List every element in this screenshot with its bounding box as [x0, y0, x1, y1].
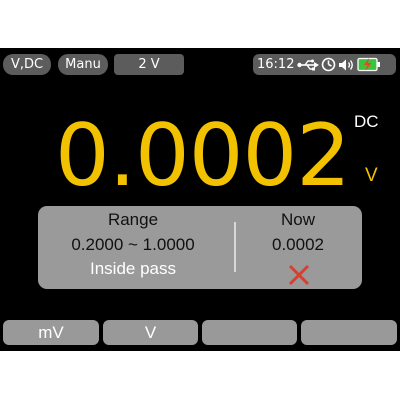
- main-reading: 0.0002: [55, 106, 351, 206]
- measure-mode-label: V,DC: [10, 57, 44, 72]
- range-limits: 0.2000 ~ 1.0000: [71, 235, 195, 254]
- timer-icon: [321, 57, 336, 72]
- range-button[interactable]: 2 V: [114, 54, 184, 75]
- now-value: 0.0002: [272, 235, 324, 254]
- softkey-label: V: [144, 323, 157, 342]
- panel-divider: [234, 222, 236, 272]
- battery-charging-icon: [357, 57, 381, 72]
- range-title: Range: [107, 210, 159, 229]
- unit-label: V: [365, 165, 378, 186]
- softkey-4[interactable]: [301, 320, 397, 345]
- speaker-icon: [338, 58, 355, 72]
- clock: 16:12: [257, 57, 295, 72]
- softkey-mv[interactable]: mV: [3, 320, 99, 345]
- coupling-label: DC: [354, 112, 379, 131]
- range-mode-label: Manu: [65, 57, 101, 72]
- fail-x-icon: [288, 264, 310, 286]
- softkey-3[interactable]: [202, 320, 297, 345]
- range-label: 2 V: [138, 57, 160, 72]
- status-bar: 16:12: [253, 54, 396, 75]
- range-mode-button[interactable]: Manu: [58, 54, 108, 75]
- softkey-label: mV: [38, 323, 64, 342]
- meter-screen: V,DC Manu 2 V 16:12 0.0002 DC V Range 0.…: [0, 48, 400, 351]
- now-title: Now: [280, 210, 315, 229]
- comparison-panel: Range 0.2000 ~ 1.0000 Inside pass Now 0.…: [38, 206, 362, 289]
- measure-mode-button[interactable]: V,DC: [3, 54, 51, 75]
- softkey-v[interactable]: V: [103, 320, 198, 345]
- usb-icon: [297, 59, 320, 71]
- range-result: Inside pass: [90, 259, 176, 278]
